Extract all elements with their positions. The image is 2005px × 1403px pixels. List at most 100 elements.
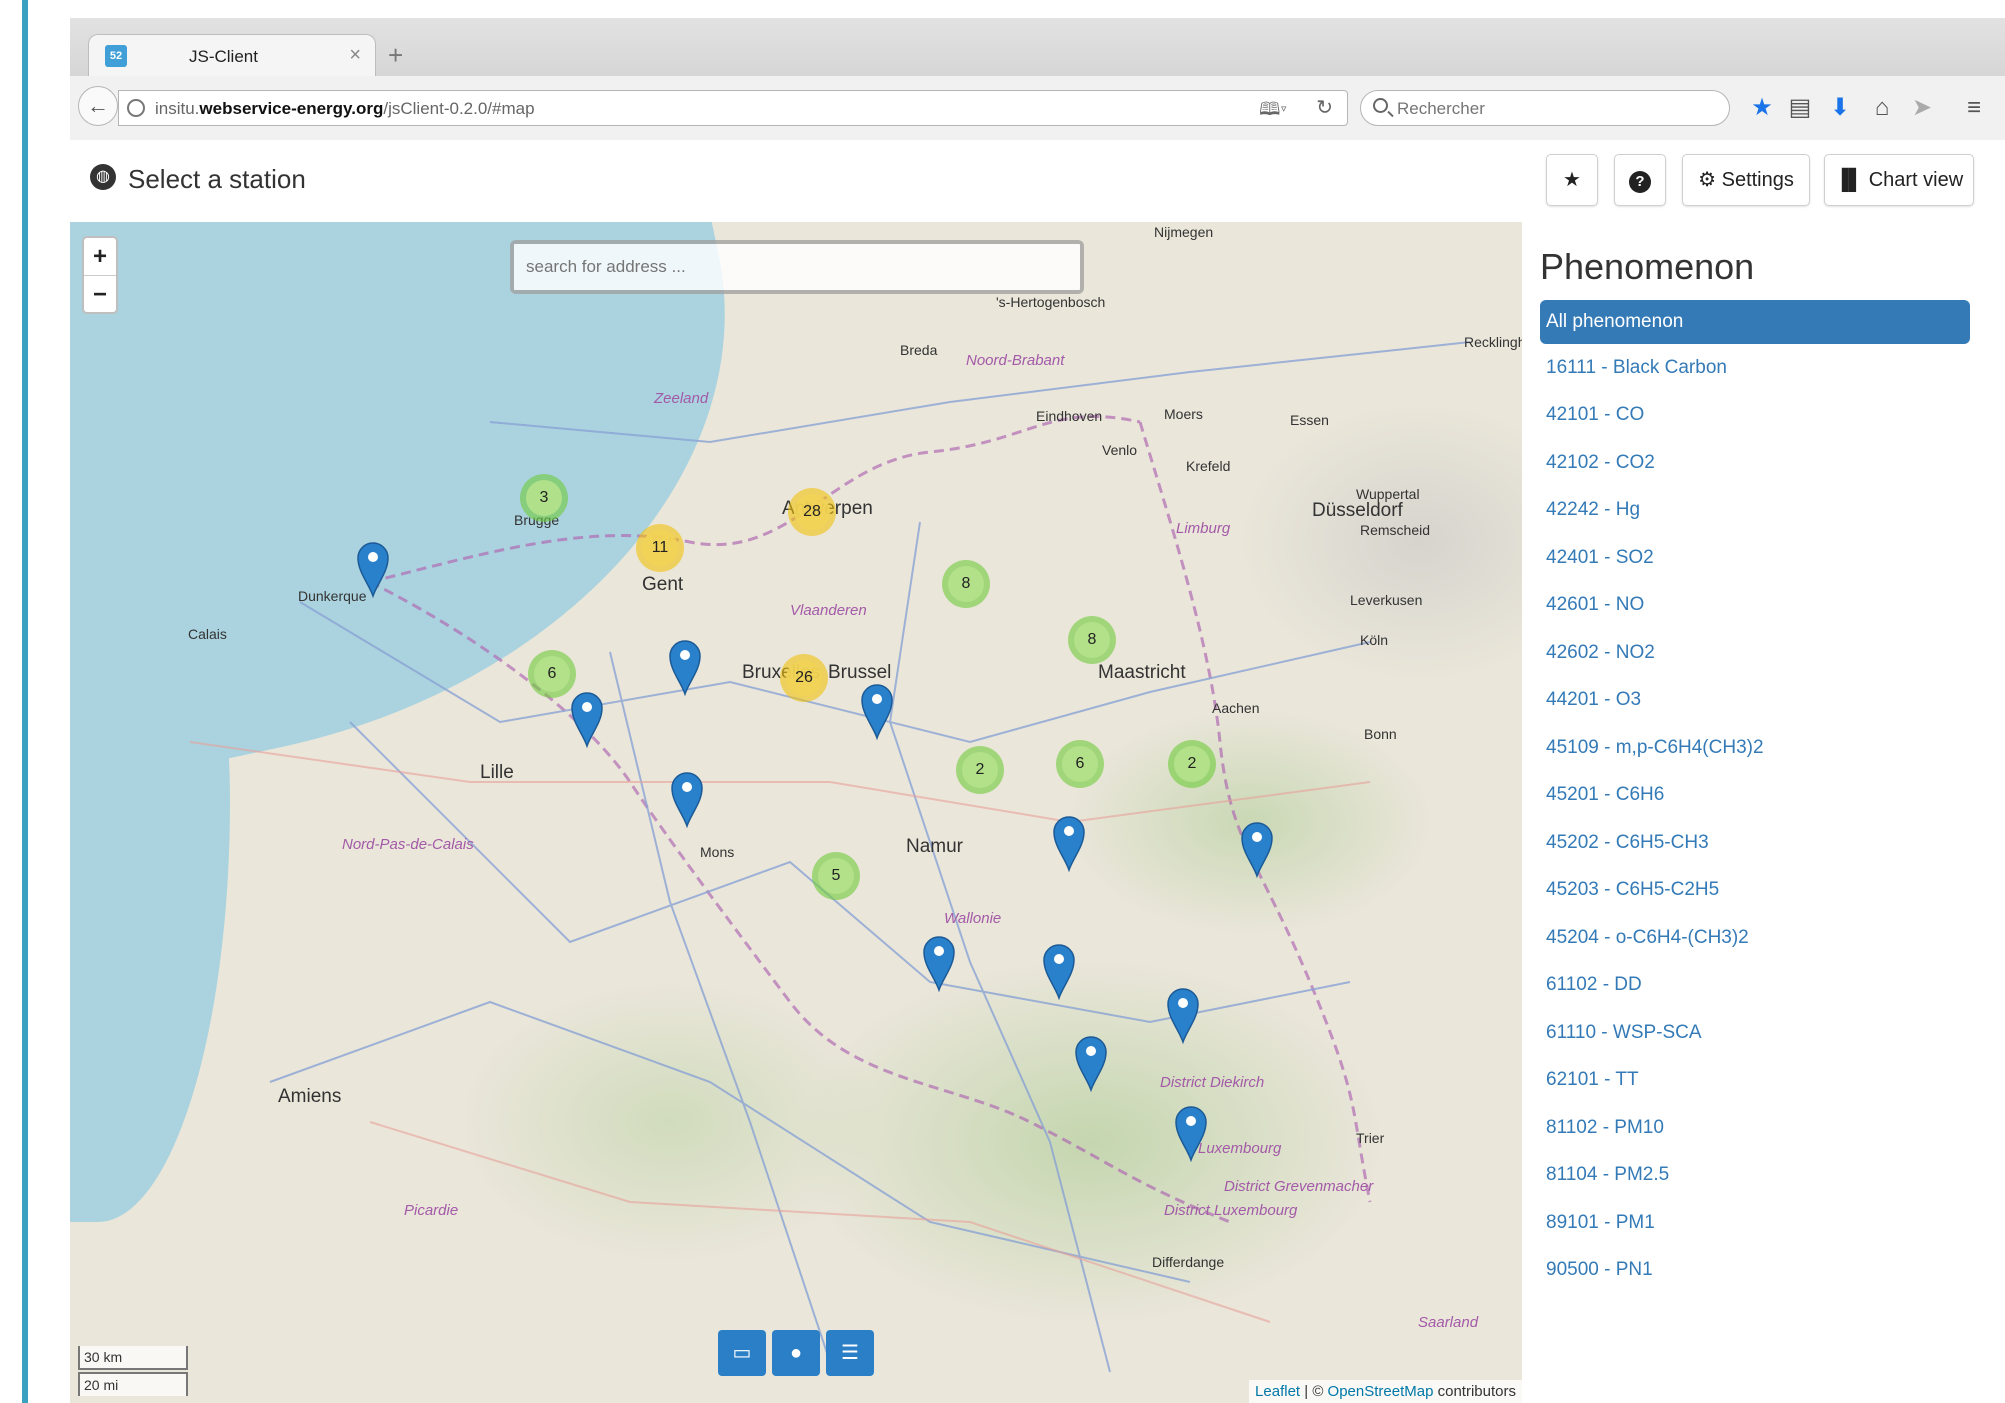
station-marker-icon[interactable] [668,638,702,697]
station-cluster[interactable]: 11 [636,524,684,572]
download-icon[interactable]: ⬇ [1822,90,1858,126]
station-marker-icon[interactable] [1042,942,1076,1001]
list-icon[interactable]: ☰ [826,1330,874,1376]
station-marker-icon[interactable] [1166,986,1200,1045]
phenomenon-item[interactable]: 45203 - C6H5-C2H5 [1540,868,1970,914]
globe-icon: ◍ [90,164,116,190]
phenomenon-item[interactable]: 42601 - NO [1540,583,1970,629]
phenomenon-item[interactable]: 16111 - Black Carbon [1540,346,1970,392]
place-label: Lille [480,762,514,783]
url-bar[interactable]: insitu.webservice-energy.org/jsClient-0.… [118,90,1348,126]
phenomenon-item[interactable]: 81104 - PM2.5 [1540,1153,1970,1199]
phenomenon-item-all[interactable]: All phenomenon [1540,300,1970,344]
chart-view-button[interactable]: ▐▌ Chart view [1824,154,1974,206]
station-cluster[interactable]: 26 [780,654,828,702]
site-info-icon[interactable] [127,99,145,117]
menu-icon[interactable]: ≡ [1956,90,1992,126]
send-icon[interactable]: ➤ [1904,90,1940,126]
browser-tab[interactable]: 52 JS-Client × [88,34,376,78]
phenomenon-item[interactable]: 42602 - NO2 [1540,631,1970,677]
place-label: Amiens [278,1086,342,1107]
station-cluster[interactable]: 8 [942,560,990,608]
bookmark-star-icon[interactable]: ★ [1744,90,1780,126]
station-marker-icon[interactable] [1074,1034,1108,1093]
station-marker-icon[interactable] [1052,814,1086,873]
osm-link[interactable]: OpenStreetMap [1328,1383,1434,1400]
leaflet-link[interactable]: Leaflet [1255,1383,1300,1400]
zoom-control: + − [82,236,118,314]
phenomenon-item[interactable]: 62101 - TT [1540,1058,1970,1104]
place-label: Moers [1164,406,1203,422]
settings-button[interactable]: ⚙ Settings [1682,154,1810,206]
phenomenon-item[interactable]: 45109 - m,p-C6H4(CH3)2 [1540,726,1970,772]
place-label: Limburg [1176,520,1231,537]
map-toolbar: ▭ ● ☰ [718,1330,888,1376]
station-marker-icon[interactable] [570,690,604,749]
station-cluster[interactable]: 5 [812,852,860,900]
phenomenon-item[interactable]: 89101 - PM1 [1540,1201,1970,1247]
station-marker-icon[interactable] [1240,820,1274,879]
place-label: District Diekirch [1160,1074,1265,1091]
station-cluster[interactable]: 6 [1056,740,1104,788]
map-marker-icon[interactable]: ● [772,1330,820,1376]
phenomenon-item[interactable]: 42401 - SO2 [1540,536,1970,582]
phenomenon-item[interactable]: 44201 - O3 [1540,678,1970,724]
zoom-out-button[interactable]: − [84,275,116,312]
folder-open-icon[interactable]: ▭ [718,1330,766,1376]
reader-view-icon[interactable]: 🕮▿ [1259,97,1287,127]
back-button[interactable]: ← [78,86,118,126]
phenomenon-item[interactable]: 42101 - CO [1540,393,1970,439]
browser-search-bar[interactable] [1360,90,1730,126]
phenomenon-item[interactable]: 45201 - C6H6 [1540,773,1970,819]
phenomenon-item[interactable]: 61110 - WSP-SCA [1540,1011,1970,1057]
attribution-tail: contributors [1433,1383,1516,1400]
address-search [510,240,1084,294]
place-label: Remscheid [1360,522,1431,538]
page-header: ◍ Select a station ★ ? ⚙ Settings ▐▌ Cha… [70,150,1975,210]
phenomenon-item[interactable]: 42102 - CO2 [1540,441,1970,487]
station-cluster[interactable]: 2 [956,746,1004,794]
place-label: Vlaanderen [790,602,867,619]
phenomenon-item[interactable]: 61102 - DD [1540,963,1970,1009]
tab-close-icon[interactable]: × [349,44,361,67]
station-marker-icon[interactable] [860,682,894,741]
reading-list-icon[interactable]: ▤ [1782,90,1818,126]
station-marker-icon[interactable] [356,540,390,599]
star-icon: ★ [1563,169,1581,191]
bar-chart-icon: ▐▌ [1834,169,1864,191]
station-cluster[interactable]: 28 [788,488,836,536]
station-map[interactable]: AntwerpenGentBruxellesBrusselMaastrichtL… [70,222,1522,1403]
zoom-in-button[interactable]: + [84,238,116,275]
address-search-input[interactable] [514,244,1080,290]
place-label: Venlo [1102,442,1138,458]
attribution-sep: | © [1300,1383,1328,1400]
home-icon[interactable]: ⌂ [1864,90,1900,126]
reload-icon[interactable]: ↻ [1316,95,1333,120]
station-marker-icon[interactable] [922,934,956,993]
phenomenon-item[interactable]: 45202 - C6H5-CH3 [1540,821,1970,867]
cluster-count: 26 [786,660,822,696]
station-cluster[interactable]: 6 [528,650,576,698]
favorites-button[interactable]: ★ [1546,154,1598,206]
station-cluster[interactable]: 3 [520,474,568,522]
station-cluster[interactable]: 2 [1168,740,1216,788]
phenomenon-item[interactable]: 42242 - Hg [1540,488,1970,534]
url-text[interactable]: insitu.webservice-energy.org/jsClient-0.… [155,99,535,119]
page-title: Select a station [128,164,306,194]
place-label: Wuppertal [1356,486,1420,502]
browser-search-input[interactable] [1397,95,1717,123]
cluster-count: 6 [1062,746,1098,782]
url-domain: webservice-energy.org [199,99,384,118]
station-marker-icon[interactable] [670,770,704,829]
cluster-count: 2 [962,752,998,788]
phenomenon-list: All phenomenon 16111 - Black Carbon 42101 … [1540,300,1970,1294]
phenomenon-item[interactable]: 90500 - PN1 [1540,1248,1970,1294]
station-marker-icon[interactable] [1174,1104,1208,1163]
phenomenon-item[interactable]: 81102 - PM10 [1540,1106,1970,1152]
phenomenon-item[interactable]: 45204 - o-C6H4-(CH3)2 [1540,916,1970,962]
help-button[interactable]: ? [1614,154,1666,206]
place-label: District Grevenmacher [1224,1178,1374,1195]
new-tab-button[interactable]: + [388,40,403,71]
scale-bar: 30 km 20 mi [78,1346,194,1398]
station-cluster[interactable]: 8 [1068,616,1116,664]
